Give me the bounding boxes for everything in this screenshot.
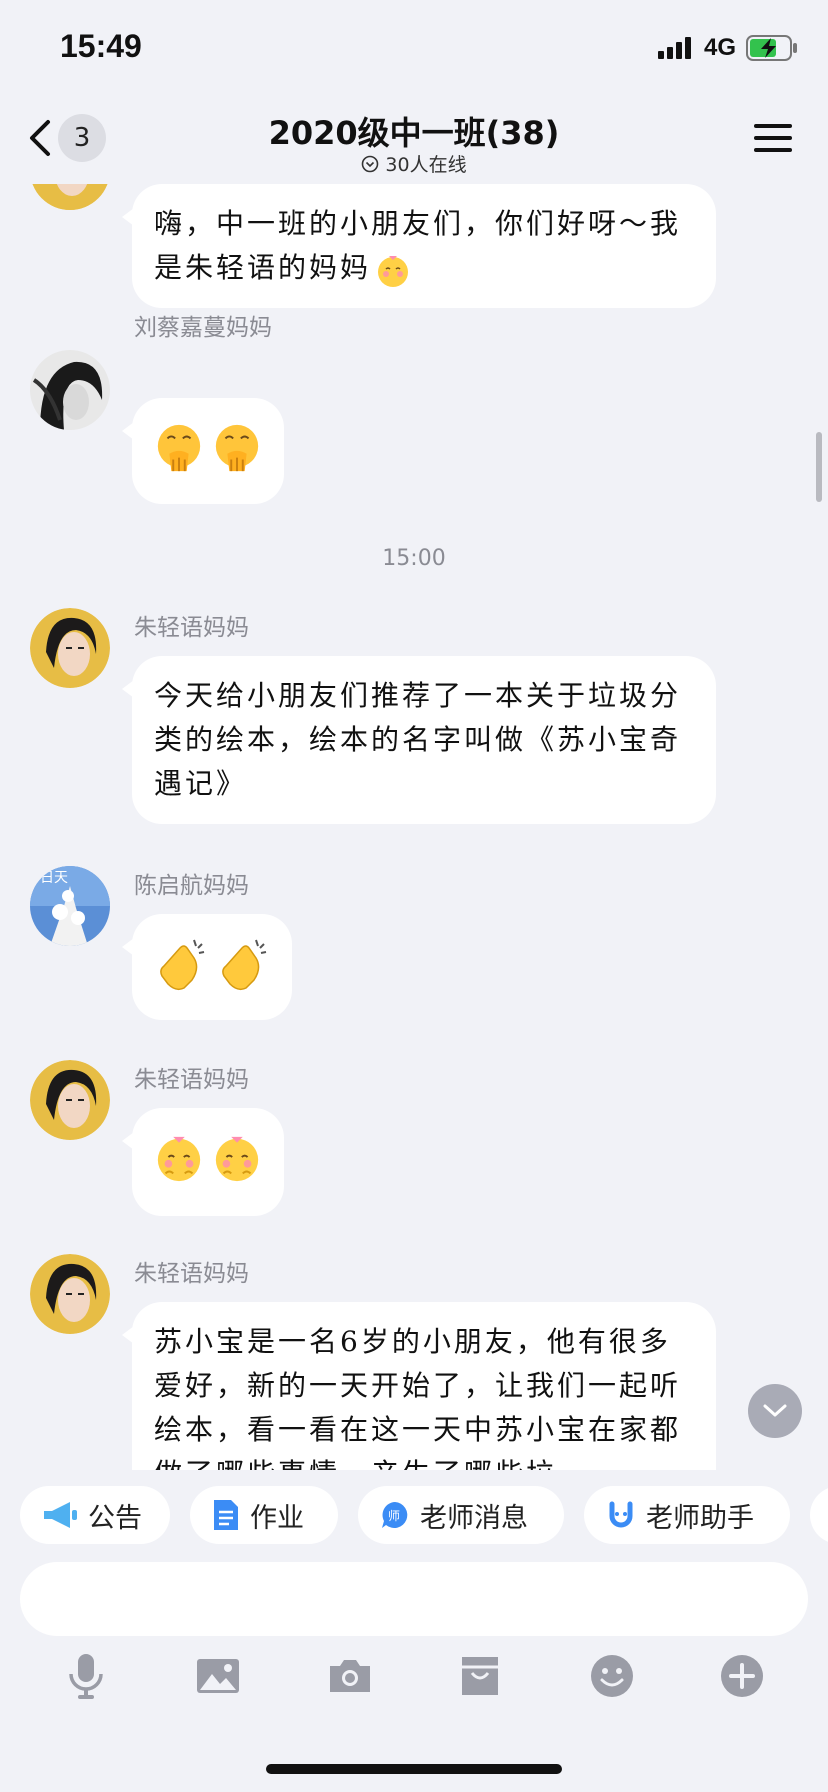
- scroll-to-bottom-button[interactable]: [748, 1384, 802, 1438]
- avatar[interactable]: [30, 184, 110, 210]
- online-check-icon: [362, 155, 379, 172]
- shy-emoji-icon: [157, 1136, 201, 1182]
- document-icon: [214, 1500, 238, 1530]
- online-status: 30人在线: [0, 150, 828, 177]
- input-toolbar: [0, 1652, 828, 1702]
- sender-name: 朱轻语妈妈: [134, 615, 249, 641]
- box-button[interactable]: [456, 1652, 504, 1700]
- online-count-label: 30人在线: [385, 154, 467, 176]
- plus-icon: [721, 1655, 763, 1697]
- megaphone-icon: [44, 1502, 77, 1528]
- chat-header: 3 2020级中一班(38) 30人在线: [0, 100, 828, 184]
- shy-emoji-icon: [215, 1136, 259, 1182]
- menu-button[interactable]: [754, 122, 792, 158]
- avatar[interactable]: [30, 1060, 110, 1140]
- image-icon: [197, 1659, 239, 1693]
- time-divider: 15:00: [382, 546, 446, 571]
- status-time: 15:49: [60, 28, 142, 64]
- box-icon: [462, 1657, 498, 1695]
- shy-emoji-icon: [375, 252, 411, 288]
- quick-action-teacher-message[interactable]: 师 老师消息: [358, 1486, 564, 1544]
- sender-name: 陈启航妈妈: [134, 873, 249, 899]
- network-label: 4G: [703, 34, 736, 61]
- avatar[interactable]: 日天: [30, 866, 110, 946]
- camera-button[interactable]: [326, 1652, 374, 1700]
- microphone-icon: [69, 1654, 103, 1699]
- avatar[interactable]: [30, 608, 110, 688]
- message-text: 今天给小朋友们推荐了一本关于垃圾分类的绘本，绘本的名字叫做《苏小宝奇遇记》: [154, 679, 682, 800]
- voice-button[interactable]: [62, 1652, 110, 1700]
- home-indicator: [266, 1764, 562, 1774]
- message-bubble[interactable]: [122, 914, 292, 1020]
- scrollbar[interactable]: [816, 432, 822, 502]
- status-bar: 15:49 4G: [0, 0, 828, 100]
- quick-action-label: 老师消息: [420, 1502, 528, 1534]
- quick-action-more[interactable]: [810, 1486, 828, 1544]
- quick-action-label: 作业: [250, 1502, 304, 1534]
- message-text: 嗨，中一班的小朋友们，你们好呀～我是朱轻语的妈妈: [154, 207, 682, 284]
- quick-action-teacher-assistant[interactable]: 老师助手: [584, 1486, 790, 1544]
- message-list[interactable]: 嗨，中一班的小朋友们，你们好呀～我是朱轻语的妈妈 刘蔡嘉蔓妈妈 15:00 朱轻…: [0, 184, 828, 1470]
- emoji-button[interactable]: [588, 1652, 636, 1700]
- message-input[interactable]: [20, 1562, 808, 1636]
- message-bubble[interactable]: [122, 1108, 284, 1216]
- teacher-message-icon: 师: [382, 1502, 408, 1528]
- message-bubble[interactable]: 嗨，中一班的小朋友们，你们好呀～我是朱轻语的妈妈: [122, 184, 716, 308]
- more-button[interactable]: [718, 1652, 766, 1700]
- status-indicators: 4G: [657, 34, 798, 62]
- menu-icon: [754, 124, 792, 152]
- quick-action-homework[interactable]: 作业: [190, 1486, 338, 1544]
- salute-emoji-icon: [157, 424, 201, 472]
- message-bubble[interactable]: 今天给小朋友们推荐了一本关于垃圾分类的绘本，绘本的名字叫做《苏小宝奇遇记》: [122, 656, 716, 824]
- clapping-hands-icon: [160, 939, 205, 991]
- image-button[interactable]: [194, 1652, 242, 1700]
- quick-action-bar: 公告 作业 师 老师消息 老师助手: [0, 1470, 828, 1562]
- svg-text:日天: 日天: [40, 870, 68, 886]
- message-text: 苏小宝是一名6岁的小朋友，他有很多爱好，新的一天开始了，让我们一起听绘本，看一看…: [154, 1325, 682, 1470]
- sender-name: 刘蔡嘉蔓妈妈: [134, 315, 272, 341]
- avatar[interactable]: [30, 350, 110, 430]
- quick-action-label: 老师助手: [646, 1502, 754, 1534]
- quick-action-label: 公告: [88, 1502, 142, 1534]
- page-title: 2020级中一班(38): [268, 114, 560, 152]
- sender-name: 朱轻语妈妈: [134, 1067, 249, 1093]
- message-bubble[interactable]: 苏小宝是一名6岁的小朋友，他有很多爱好，新的一天开始了，让我们一起听绘本，看一看…: [122, 1302, 716, 1470]
- avatar[interactable]: [30, 1254, 110, 1334]
- message-bubble[interactable]: [122, 398, 284, 504]
- camera-icon: [330, 1660, 370, 1692]
- battery-icon: [746, 35, 797, 61]
- emoji-icon: [591, 1655, 633, 1697]
- chevron-down-icon: [763, 1404, 787, 1417]
- salute-emoji-icon: [215, 424, 259, 472]
- clapping-hands-icon: [222, 939, 267, 991]
- assistant-icon: [609, 1501, 633, 1528]
- quick-action-announcement[interactable]: 公告: [20, 1486, 170, 1544]
- svg-text:师: 师: [388, 1509, 400, 1523]
- sender-name: 朱轻语妈妈: [134, 1261, 249, 1287]
- signal-icon: [657, 37, 691, 59]
